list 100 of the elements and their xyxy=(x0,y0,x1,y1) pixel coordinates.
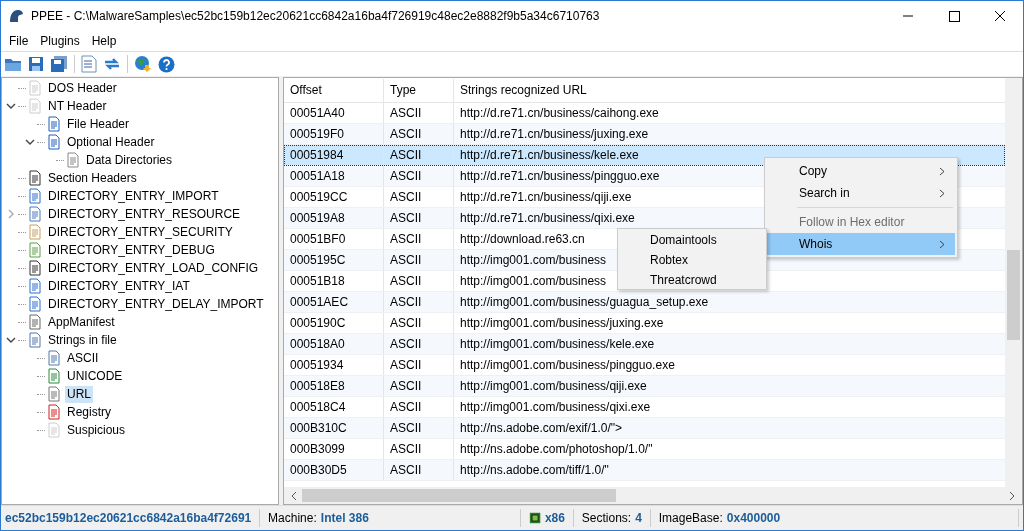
menu-item[interactable]: Whois xyxy=(767,233,955,255)
table-cell: 000B3099 xyxy=(284,439,384,459)
tree-item[interactable]: Optional Header xyxy=(65,133,157,151)
table-cell-text: http://img001.com/business xyxy=(459,273,608,290)
table-cell-text: http://d.re71.cn/business/juxing.exe xyxy=(459,126,650,143)
table-row[interactable]: 000519F0 ASCII http://d.re71.cn/business/juxing.exe xyxy=(284,124,1005,145)
menu-item[interactable]: Help xyxy=(85,34,123,48)
globe-download-icon[interactable] xyxy=(134,55,152,73)
table-cell-text: http://img001.com/business/guagua_setup.exe xyxy=(459,294,710,311)
tree-item[interactable]: AppManifest xyxy=(46,313,117,331)
document-icon xyxy=(65,152,81,168)
tree-item[interactable]: Strings in file xyxy=(46,331,119,349)
table-cell: 000B30D5 xyxy=(284,460,384,480)
tree-item[interactable]: NT Header xyxy=(46,97,109,115)
document-icon xyxy=(46,422,62,438)
menu-item[interactable]: Domaintools xyxy=(618,230,766,250)
column-header[interactable]: Type xyxy=(384,78,454,102)
table-cell-text: http://img001.com/business/kele.exe xyxy=(459,336,656,353)
sections-value: 4 xyxy=(635,511,642,525)
scroll-right-icon[interactable] xyxy=(1008,490,1016,501)
tree-item[interactable]: UNICODE xyxy=(65,367,125,385)
app-icon xyxy=(7,7,25,25)
document-icon xyxy=(27,278,43,294)
table-cell-text: http://img001.com/business xyxy=(459,252,608,269)
imagebase-value: 0x400000 xyxy=(726,511,781,525)
table-row[interactable]: 000B310C ASCII http://ns.adobe.com/exif/1.0/"> xyxy=(284,418,1005,439)
table-cell-text: http://d.re71.cn/business/qixi.exe xyxy=(459,210,636,227)
table-cell-text: http://d.re71.cn/business/caihong.exe xyxy=(459,105,660,122)
table-cell: ASCII xyxy=(384,187,454,207)
document-icon xyxy=(46,368,62,384)
table-cell-text: http://ns.adobe.com/exif/1.0/"> xyxy=(459,420,624,437)
arch-value: x86 xyxy=(544,511,565,525)
table-cell: 000519F0 xyxy=(284,124,384,144)
table-cell: 0005190C xyxy=(284,313,384,333)
document-icon xyxy=(27,314,43,330)
menu-item[interactable]: Threatcrowd xyxy=(618,270,766,290)
column-header[interactable]: Strings recognized URL xyxy=(454,78,1005,102)
imagebase-label: ImageBase: xyxy=(658,511,723,525)
menu-item[interactable]: Robtex xyxy=(618,250,766,270)
tree-item[interactable]: Section Headers xyxy=(46,169,139,187)
table-cell-text: http://d.re71.cn/business/kele.exe xyxy=(459,147,640,164)
tree-item[interactable]: URL xyxy=(65,385,93,403)
column-header[interactable]: Offset xyxy=(284,78,384,102)
table-cell: ASCII xyxy=(384,334,454,354)
menu-item[interactable]: Plugins xyxy=(34,34,86,48)
table-cell: 00051984 xyxy=(284,145,384,165)
chevron-down-icon[interactable] xyxy=(6,101,16,111)
table-cell: 000519A8 xyxy=(284,208,384,228)
table-cell: ASCII xyxy=(384,460,454,480)
machine-value: Intel 386 xyxy=(320,511,369,525)
tree-item[interactable]: DIRECTORY_ENTRY_RESOURCE xyxy=(46,205,243,223)
window-title: PPEE - C:\MalwareSamples\ec52bc159b12ec20621cc6842a16ba4f726919c48ec2e8882f9b5a34c6710763 xyxy=(31,9,601,23)
tree-item[interactable]: Suspicious xyxy=(65,421,128,439)
table-cell: 00051B18 xyxy=(284,271,384,291)
table-row[interactable]: 000518A0 ASCII http://img001.com/business/kele.exe xyxy=(284,334,1005,355)
help-icon[interactable] xyxy=(158,55,175,73)
table-cell: ASCII xyxy=(384,145,454,165)
table-cell: ASCII xyxy=(384,229,454,249)
tree-item[interactable]: DIRECTORY_ENTRY_LOAD_CONFIG xyxy=(46,259,261,277)
table-cell: 000518C4 xyxy=(284,397,384,417)
tree-item[interactable]: DIRECTORY_ENTRY_SECURITY xyxy=(46,223,235,241)
table-cell: ASCII xyxy=(384,313,454,333)
menu-item[interactable]: File xyxy=(3,34,35,48)
table-cell: 00051A18 xyxy=(284,166,384,186)
folder-icon[interactable] xyxy=(4,56,22,72)
table-cell-text: http://download.re63.cn xyxy=(459,231,586,248)
table-cell-text: http://d.re71.cn/business/pingguo.exe xyxy=(459,168,661,185)
table-row[interactable]: 000B30D5 ASCII http://ns.adobe.com/tiff/1.0/" xyxy=(284,460,1005,481)
table-cell: ASCII xyxy=(384,271,454,291)
table-row[interactable]: 00051AEC ASCII http://img001.com/business/guagua_setup.exe xyxy=(284,292,1005,313)
file-hash: ec52bc159b12ec20621cc6842a16ba4f72691 xyxy=(5,511,252,525)
tree-item[interactable]: DIRECTORY_ENTRY_DELAY_IMPORT xyxy=(46,295,266,313)
tree-item[interactable]: File Header xyxy=(65,115,132,133)
table-cell: 000518E8 xyxy=(284,376,384,396)
table-row[interactable]: 000518E8 ASCII http://img001.com/business/qiji.exe xyxy=(284,376,1005,397)
tree-item[interactable]: Registry xyxy=(65,403,113,421)
tree-item[interactable]: ASCII xyxy=(65,349,101,367)
document-icon xyxy=(27,260,43,276)
document-icon xyxy=(27,242,43,258)
chevron-down-icon[interactable] xyxy=(25,137,35,147)
tree-item[interactable]: DIRECTORY_ENTRY_DEBUG xyxy=(46,241,217,259)
tree-item[interactable]: Data Directories xyxy=(84,151,175,169)
machine-label: Machine: xyxy=(268,511,317,525)
horizontal-scrollbar[interactable] xyxy=(284,487,1022,504)
document-icon xyxy=(46,386,62,402)
document-icon xyxy=(46,350,62,366)
chip-icon xyxy=(528,511,541,525)
tree-item[interactable]: DIRECTORY_ENTRY_IAT xyxy=(46,277,192,295)
table-cell: ASCII xyxy=(384,355,454,375)
save-icon[interactable] xyxy=(28,56,44,72)
scroll-left-icon[interactable] xyxy=(290,490,298,501)
document-icon xyxy=(27,296,43,312)
vertical-scrollbar[interactable] xyxy=(1005,78,1022,487)
refresh-icon[interactable] xyxy=(103,56,121,72)
tree-item[interactable]: DIRECTORY_ENTRY_IMPORT xyxy=(46,187,221,205)
tree-item[interactable]: DOS Header xyxy=(46,79,119,97)
table-cell-text: http://img001.com/business/juxing.exe xyxy=(459,315,665,332)
chevron-down-icon[interactable] xyxy=(6,335,16,345)
save-all-icon[interactable] xyxy=(50,55,68,73)
table-cell: ASCII xyxy=(384,103,454,123)
